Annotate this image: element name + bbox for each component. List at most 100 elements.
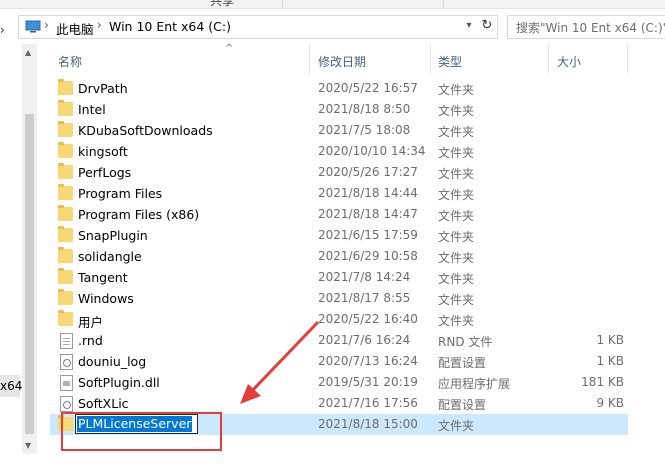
annotation-highlight-box [61,412,222,451]
row-name: SoftPlugin.dll [78,375,160,390]
row-name: Intel [78,102,106,117]
row-name: PerfLogs [78,165,132,180]
ribbon-tab-share[interactable]: 共享 [210,0,234,9]
row-date: 2021/7/8 14:24 [318,270,411,284]
table-row[interactable]: KDubaSoftDownloads 2021/7/5 18:08 文件夹 [50,120,628,141]
column-divider[interactable] [309,44,310,74]
folder-icon [58,184,73,200]
table-row[interactable]: Program Files (x86) 2021/8/18 14:47 文件夹 [50,204,628,225]
table-row[interactable]: Windows 2021/8/17 8:55 文件夹 [50,288,628,309]
column-modified[interactable]: 修改日期 [318,53,366,70]
folder-icon [58,226,73,242]
scroll-down-icon[interactable]: ▼ [25,441,31,450]
row-date: 2021/7/6 16:24 [318,333,411,347]
folder-icon [58,121,73,137]
folder-icon [58,142,73,158]
refresh-icon[interactable]: ↻ [479,17,495,35]
row-type: 文件夹 [438,230,475,244]
column-divider[interactable] [548,44,549,74]
table-row[interactable]: SnapPlugin 2021/6/15 17:59 文件夹 [50,225,628,246]
row-date: 2021/6/29 10:58 [318,249,418,263]
row-type: 文件夹 [438,167,475,181]
row-type: 应用程序扩展 [438,377,511,391]
row-type: 文件夹 [438,125,475,139]
column-size[interactable]: 大小 [557,53,581,70]
address-bar[interactable]: › 此电脑 › Win 10 Ent x64 (C:) ▾ ↻ [18,15,498,39]
row-date: 2021/8/18 15:00 [318,417,418,431]
table-row[interactable]: 用户 2020/5/22 16:40 文件夹 [50,309,628,330]
folder-icon [58,163,73,179]
folder-icon [58,247,73,263]
breadcrumb-separator-icon[interactable]: › [44,18,49,32]
search-placeholder: 搜索"Win 10 Ent x64 (C:)" [516,21,665,35]
table-row[interactable]: kingsoft 2020/10/10 14:34 文件夹 [50,141,628,162]
breadcrumb-separator-icon[interactable]: › [97,18,102,32]
breadcrumb-drive[interactable]: Win 10 Ent x64 (C:) [109,19,231,34]
row-date: 2021/6/15 17:59 [318,228,418,242]
address-row: › › 此电脑 › Win 10 Ent x64 (C:) ▾ ↻ 搜索"Win… [0,9,665,44]
row-name: Program Files (x86) [78,207,200,222]
table-row[interactable]: DrvPath 2020/5/22 16:57 文件夹 [50,78,628,99]
file-icon [60,333,73,349]
row-size: 9 KB [596,396,624,410]
row-date: 2020/5/26 17:27 [318,165,418,179]
column-header: ^ 名称 修改日期 类型 大小 [49,43,665,74]
search-input[interactable]: 搜索"Win 10 Ent x64 (C:)" [507,15,665,39]
row-size: 1 KB [596,333,624,347]
row-date: 2021/8/18 8:50 [318,102,411,116]
row-name: Program Files [78,186,163,201]
column-divider[interactable] [627,44,628,74]
column-type[interactable]: 类型 [438,53,462,70]
row-name: SoftXLic [78,396,129,411]
column-name[interactable]: 名称 [58,53,82,70]
row-type: 文件夹 [438,188,475,202]
breadcrumb-this-pc[interactable]: 此电脑 [56,19,94,38]
ribbon-divider [443,0,444,8]
table-row[interactable]: SoftXLic 2021/7/16 17:56 配置设置 9 KB [50,393,628,414]
row-name: KDubaSoftDownloads [78,123,213,138]
table-row[interactable]: Program Files 2021/8/18 14:44 文件夹 [50,183,628,204]
row-type: 文件夹 [438,83,475,97]
table-row[interactable]: .rnd 2021/7/6 16:24 RND 文件 1 KB [50,330,628,351]
row-date: 2021/7/16 17:56 [318,396,418,410]
row-type: 文件夹 [438,419,475,433]
row-name: DrvPath [78,81,128,96]
row-date: 2021/8/18 14:44 [318,186,418,200]
row-name: douniu_log [78,354,147,369]
row-size: 181 KB [581,375,624,389]
row-date: 2021/7/5 18:08 [318,123,411,137]
table-row[interactable]: Tangent 2021/7/8 14:24 文件夹 [50,267,628,288]
row-date: 2020/5/22 16:40 [318,312,418,326]
nav-scrollbar[interactable]: ▲ ▼ [22,44,37,454]
ribbon-strip: 共享 [0,0,665,9]
chevron-down-icon[interactable]: ▾ [461,18,477,34]
row-date: 2020/7/13 16:24 [318,354,418,368]
row-type: 配置设置 [438,356,487,370]
folder-icon [58,79,73,95]
nav-chevron-icon[interactable]: › [0,23,5,37]
table-row[interactable]: solidangle 2021/6/29 10:58 文件夹 [50,246,628,267]
row-type: 文件夹 [438,104,475,118]
row-type: 文件夹 [438,314,475,328]
row-date: 2020/5/22 16:57 [318,81,418,95]
folder-icon [58,205,73,221]
row-name: .rnd [78,333,103,348]
row-type: 配置设置 [438,398,487,412]
column-divider[interactable] [430,44,431,74]
dll-file-icon [60,375,73,391]
table-row[interactable]: douniu_log 2020/7/13 16:24 配置设置 1 KB [50,351,628,372]
scroll-up-icon[interactable]: ▲ [25,48,31,57]
row-name: kingsoft [78,144,128,159]
row-name: Tangent [78,270,128,285]
settings-file-icon [60,354,73,370]
table-row[interactable]: Intel 2021/8/18 8:50 文件夹 [50,99,628,120]
scrollbar-thumb[interactable] [25,114,34,434]
row-date: 2020/10/10 14:34 [318,144,426,158]
table-row[interactable]: SoftPlugin.dll 2019/5/31 20:19 应用程序扩展 181 K… [50,372,628,393]
row-date: 2019/5/31 20:19 [318,375,418,389]
folder-icon [58,100,73,116]
row-date: 2021/8/18 14:47 [318,207,418,221]
table-row[interactable]: PerfLogs 2020/5/26 17:27 文件夹 [50,162,628,183]
row-name: Windows [78,291,134,306]
row-name: SnapPlugin [78,228,148,243]
